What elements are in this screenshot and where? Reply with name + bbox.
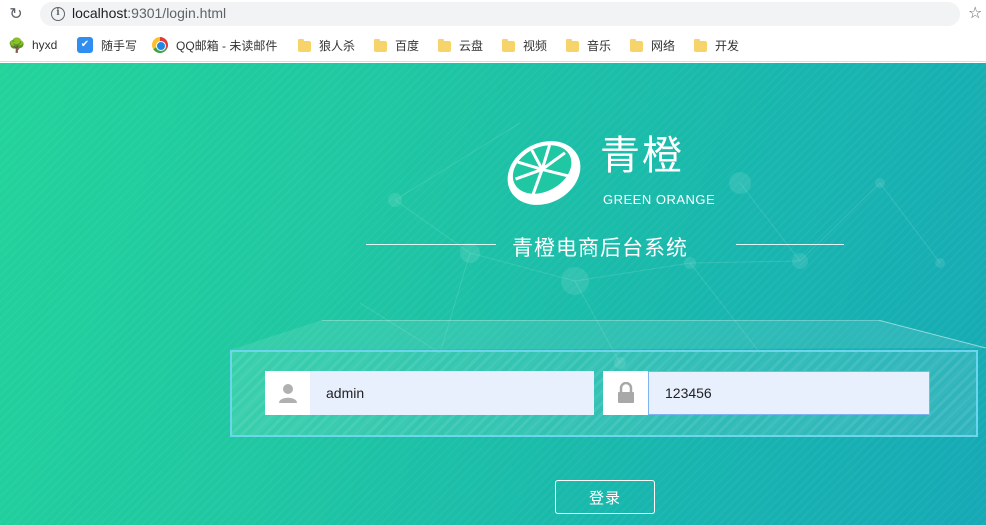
bookmark-hyxd[interactable]: 🌳 hyxd <box>8 36 57 54</box>
bookmark-folder-yinyue[interactable]: 音乐 <box>566 36 611 54</box>
bookmark-folder-kaifa[interactable]: 开发 <box>694 36 739 54</box>
title-divider-right <box>736 244 844 245</box>
omnibox[interactable]: i localhost:9301/login.html <box>40 2 960 26</box>
bookmark-label: 狼人杀 <box>319 38 356 53</box>
bookmark-suishouxie[interactable]: ✔ 随手写 <box>77 36 137 54</box>
system-title: 青橙电商后台系统 <box>512 236 688 260</box>
bookmark-folder-wangluo[interactable]: 网络 <box>630 36 675 54</box>
bookmark-label: 随手写 <box>101 38 138 53</box>
folder-icon <box>298 38 311 52</box>
bookmark-folder-baidu[interactable]: 百度 <box>374 36 419 54</box>
password-field <box>603 371 930 415</box>
bookmark-qq-mail[interactable]: QQ邮箱 - 未读邮件 <box>152 36 277 54</box>
folder-icon <box>694 38 707 52</box>
username-field <box>265 371 594 415</box>
bookmark-folder-langrensha[interactable]: 狼人杀 <box>298 36 355 54</box>
user-icon <box>265 371 310 415</box>
bookmark-label: 网络 <box>651 38 676 53</box>
bookmark-label: hyxd <box>32 38 58 52</box>
qq-mail-icon <box>152 37 168 53</box>
login-form <box>230 350 978 437</box>
url-path: :9301/login.html <box>127 5 227 21</box>
folder-icon <box>566 38 579 52</box>
bookmark-folder-yunpan[interactable]: 云盘 <box>438 36 483 54</box>
tree-icon: 🌳 <box>8 37 26 53</box>
username-input[interactable] <box>310 371 594 415</box>
network-background <box>359 122 945 369</box>
folder-icon <box>630 38 643 52</box>
folder-icon <box>374 38 387 52</box>
site-info-icon[interactable]: i <box>51 7 65 21</box>
lock-icon <box>603 371 648 415</box>
folder-icon <box>438 38 451 52</box>
bookmark-label: QQ邮箱 - 未读邮件 <box>176 38 278 53</box>
login-button[interactable]: 登录 <box>555 480 655 514</box>
folder-icon <box>502 38 515 52</box>
bookmark-label: 开发 <box>715 38 740 53</box>
bookmark-label: 百度 <box>395 38 420 53</box>
url-host: localhost <box>72 5 128 21</box>
bookmark-folder-shipin[interactable]: 视频 <box>502 36 547 54</box>
brand-name-cn: 青橙 <box>600 133 684 179</box>
bird-icon: ✔ <box>77 37 93 53</box>
bookmark-label: 云盘 <box>459 38 484 53</box>
login-page: 青橙 GREEN ORANGE 青橙电商后台系统 admin 123456 登录 <box>0 63 986 525</box>
title-divider-left <box>366 244 496 245</box>
url-text[interactable]: localhost:9301/login.html <box>72 5 226 21</box>
address-bar: ↻ i localhost:9301/login.html ☆ <box>0 0 986 28</box>
bookmark-label: 视频 <box>523 38 548 53</box>
reload-icon[interactable]: ↻ <box>6 4 26 24</box>
login-box-bevel <box>230 320 986 350</box>
bookmarks-bar: 🌳 hyxd ✔ 随手写 QQ邮箱 - 未读邮件 狼人杀 百度 云盘 视频 音乐… <box>0 28 986 62</box>
password-input[interactable] <box>648 371 930 415</box>
bookmark-star-icon[interactable]: ☆ <box>968 3 982 22</box>
brand-name-en: GREEN ORANGE <box>603 192 716 207</box>
bookmark-label: 音乐 <box>587 38 612 53</box>
